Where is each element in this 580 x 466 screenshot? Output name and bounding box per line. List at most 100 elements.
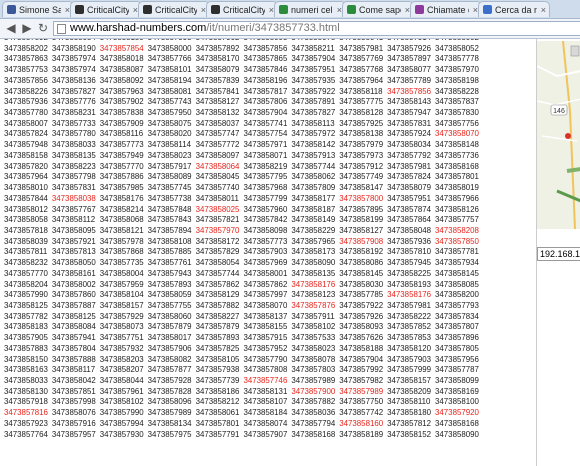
browser-tab[interactable]: CriticalCity × [138, 1, 210, 17]
number-cell: 3473857974 [51, 54, 96, 64]
browser-tab[interactable]: Come sapere× [342, 1, 414, 17]
number-cell: 3473857785 [339, 290, 384, 300]
number-cell: 3473858093 [339, 322, 384, 332]
number-cell: 3473857744 [291, 161, 336, 171]
number-cell: 3473857868 [99, 247, 144, 257]
number-cell: 3473857848 [147, 204, 192, 214]
number-cell: 3473858211 [291, 43, 335, 53]
highlighted-number-link[interactable]: 3473857746 [243, 376, 291, 387]
number-cell: 3473858033 [4, 376, 48, 385]
number-row: 3473858163 3473858117 3473858207 3473857877… [4, 365, 483, 376]
forward-icon[interactable]: ▶ [19, 21, 35, 36]
number-cell: 3473857825 [195, 343, 240, 353]
number-cell: 3473858007 [4, 118, 48, 128]
number-cell: 3473858150 [4, 354, 48, 364]
tab-favicon-icon [279, 5, 288, 14]
number-cell: 3473858222 [387, 311, 432, 321]
number-cell: 3473857773 [99, 140, 144, 150]
browser-tab[interactable]: CriticalCity × [206, 1, 278, 17]
highlighted-number-link[interactable]: 3473858025 [196, 205, 244, 216]
tab-close-icon[interactable]: × [541, 2, 546, 17]
highlighted-number-link[interactable]: 3473857900 [291, 387, 339, 398]
number-row: 3473858010 3473857831 3473857985 3473857745… [4, 183, 483, 194]
map-view[interactable]: 146 [537, 41, 580, 229]
highlighted-number-link[interactable]: 3473858208 [435, 226, 483, 237]
number-cell: 3473857811 [4, 247, 48, 257]
number-cell: 3473858189 [339, 429, 384, 439]
number-cell: 3473857903 [243, 247, 288, 257]
number-cell: 3473858068 [99, 215, 144, 225]
number-cell: 3473857992 [339, 365, 384, 375]
number-cell: 3473857812 [387, 418, 432, 428]
number-cell: 3473858126 [435, 204, 479, 214]
number-cell: 3473858023 [147, 150, 192, 160]
number-cell: 3473858087 [99, 65, 144, 75]
number-cell: 3473857851 [51, 386, 96, 396]
number-row: 3473858202 3473858190 3473857854 3473858000… [4, 44, 483, 55]
number-cell: 3473857766 [147, 54, 192, 64]
number-cell: 3473857862 [243, 279, 288, 289]
highlighted-number-link[interactable]: 3473857876 [291, 301, 339, 312]
number-cell: 3473857997 [243, 290, 288, 300]
number-cell: 3473858198 [435, 75, 479, 85]
number-cell: 3473857770 [99, 161, 144, 171]
highlighted-number-link[interactable]: 3473857920 [435, 408, 483, 419]
highlighted-number-link[interactable]: 3473858176 [291, 280, 339, 291]
number-cell: 3473858048 [387, 225, 432, 235]
number-cell: 3473857969 [243, 258, 288, 268]
highlighted-number-link[interactable]: 3473858160 [339, 419, 387, 430]
number-cell: 3473858112 [51, 215, 96, 225]
number-cell: 3473857838 [99, 108, 144, 118]
number-cell: 3473858062 [291, 172, 336, 182]
browser-tab[interactable]: Cerca da nu × [478, 1, 550, 17]
highlighted-number-link[interactable]: 3473857989 [339, 387, 387, 398]
number-cell: 3473857805 [435, 343, 479, 353]
number-cell: 3473858110 [387, 397, 431, 407]
number-cell: 3473858082 [147, 354, 192, 364]
address-bar[interactable]: www.harshad-numbers.com/it/numeri/347385… [53, 21, 580, 36]
highlighted-number-link[interactable]: 3473857854 [100, 44, 148, 55]
number-cell: 3473858023 [291, 343, 336, 353]
number-cell: 3473858169 [435, 386, 479, 396]
highlighted-number-link[interactable]: 3473857908 [339, 237, 387, 248]
tab-label: CriticalCity [223, 5, 265, 15]
number-cell: 3473857936 [4, 97, 48, 107]
browser-tab[interactable]: numeri cell × [274, 1, 346, 17]
number-cell: 3473857965 [291, 236, 336, 246]
number-row: 3473858033 3473858042 3473858044 3473857928… [4, 376, 483, 387]
number-cell: 3473857828 [147, 386, 192, 396]
reload-icon[interactable]: ↻ [35, 21, 51, 36]
ip-field[interactable]: 192.168.1.4 [537, 247, 580, 261]
map-pin-icon[interactable] [565, 133, 571, 139]
number-cell: 3473857906 [147, 343, 192, 353]
highlighted-number-link[interactable]: 3473857816 [4, 408, 52, 419]
highlighted-number-link[interactable]: 3473858038 [52, 194, 100, 205]
number-cell: 3473857862 [195, 279, 240, 289]
highlighted-number-link[interactable]: 3473857850 [435, 237, 483, 248]
number-row: 3473857905 3473857941 3473857751 3473858017… [4, 333, 483, 344]
number-cell: 3473858044 [99, 376, 144, 385]
number-row: 3473857964 3473857798 3473857886 3473858089… [4, 172, 483, 183]
number-row: 3473857780 3473858231 3473857838 3473857950… [4, 108, 483, 119]
highlighted-number-link[interactable]: 3473858064 [196, 162, 244, 173]
tab-label: Chiamate d [427, 5, 469, 15]
number-cell: 3473857994 [99, 418, 144, 428]
map-panel[interactable]: 146 192.168.1.4 [536, 39, 580, 466]
browser-tab[interactable]: CriticalCity × [70, 1, 142, 17]
highlighted-number-link[interactable]: 3473857800 [339, 194, 387, 205]
browser-tab[interactable]: Simone Sar× [2, 1, 74, 17]
browser-tab[interactable]: Chiamate d × [410, 1, 482, 17]
highlighted-number-link[interactable]: 3473857970 [196, 226, 244, 237]
highlighted-number-link[interactable]: 3473858176 [387, 290, 435, 301]
highlighted-number-link[interactable]: 3473857856 [387, 87, 435, 98]
number-cell: 3473858212 [195, 397, 240, 407]
highlighted-number-link[interactable]: 3473858070 [435, 129, 483, 140]
number-cell: 3473857930 [99, 429, 144, 439]
number-cell: 3473857892 [195, 43, 240, 53]
tab-label: numeri cell [291, 5, 333, 15]
number-cell: 3473858077 [387, 65, 432, 75]
number-cell: 3473858204 [4, 279, 48, 289]
number-cell: 3473857960 [243, 204, 288, 214]
back-icon[interactable]: ◀ [3, 21, 19, 36]
number-cell: 3473857757 [435, 215, 479, 225]
